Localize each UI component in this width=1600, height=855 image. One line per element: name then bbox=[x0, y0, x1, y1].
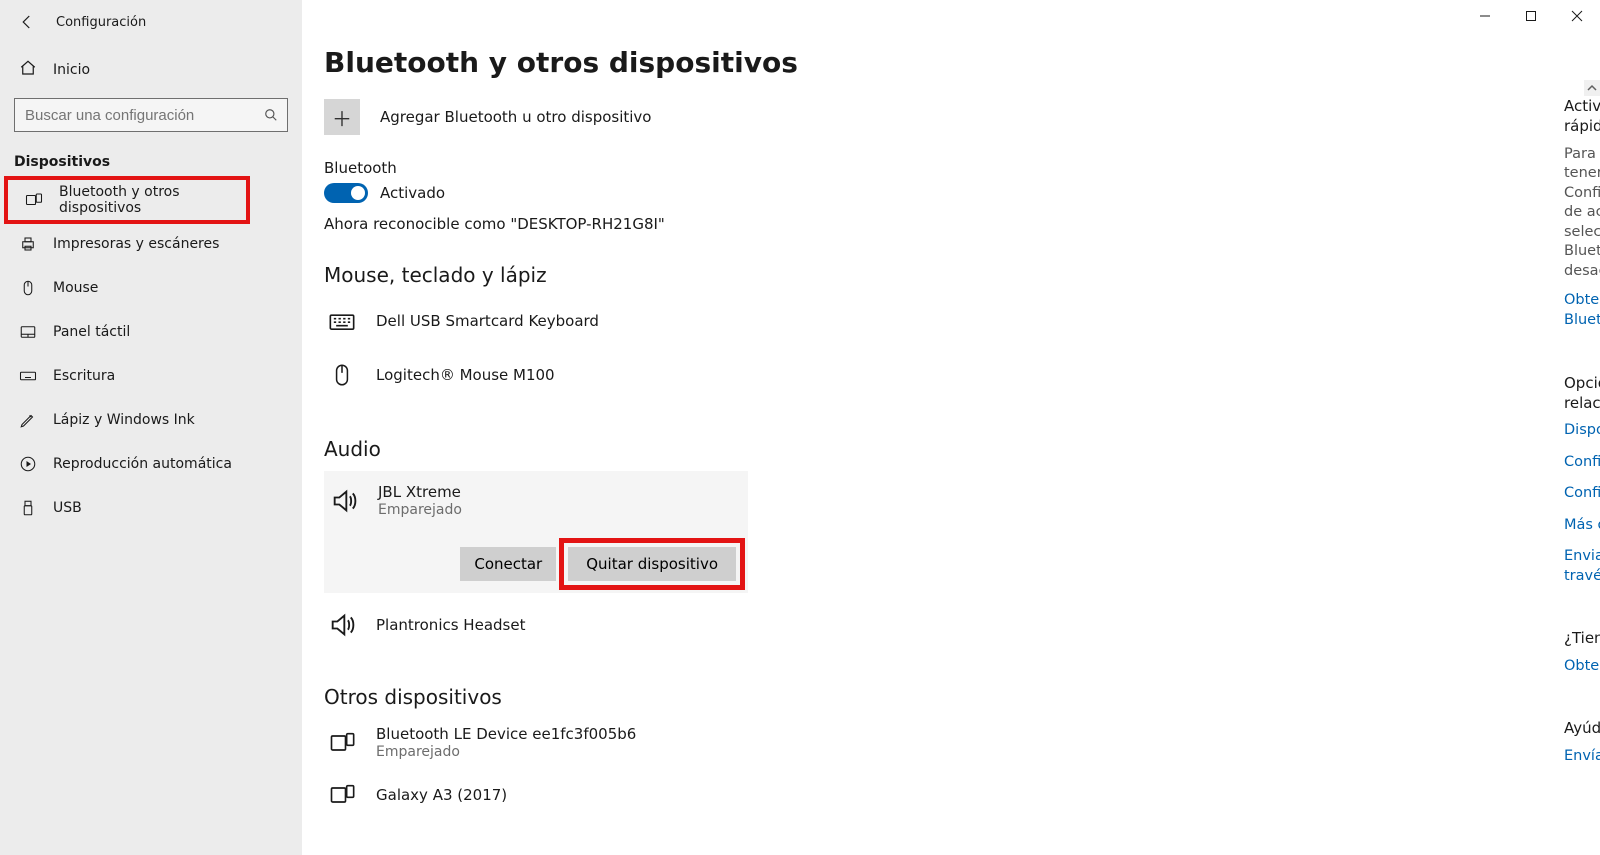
speaker-icon bbox=[326, 611, 358, 639]
sidebar-item-bluetooth[interactable]: Bluetooth y otros dispositivos bbox=[6, 178, 248, 222]
info-link-learn-bt[interactable]: Obtener más información sobre Bluetooth bbox=[1564, 291, 1600, 330]
add-device-label: Agregar Bluetooth u otro dispositivo bbox=[380, 108, 652, 126]
info-heading-fastbt: Activar Bluetooth aún más rápido bbox=[1564, 96, 1600, 137]
info-link-send-receive-bt[interactable]: Enviar o recibir archivos a través de Bl… bbox=[1564, 547, 1600, 586]
device-row-jbl[interactable]: JBL Xtreme Emparejado bbox=[326, 481, 736, 521]
sidebar-item-label: Bluetooth y otros dispositivos bbox=[59, 184, 248, 216]
scrollbar-up-button[interactable] bbox=[1584, 80, 1600, 96]
main-content: Bluetooth y otros dispositivos ＋ Agregar… bbox=[302, 0, 1600, 855]
sidebar-item-typing[interactable]: Escritura bbox=[0, 354, 302, 398]
sidebar-item-label: Lápiz y Windows Ink bbox=[53, 412, 195, 428]
device-status: Emparejado bbox=[378, 502, 462, 520]
keyboard-icon bbox=[326, 307, 358, 335]
back-button[interactable] bbox=[18, 13, 36, 31]
mouse-icon bbox=[19, 279, 37, 297]
device-row-galaxy[interactable]: Galaxy A3 (2017) bbox=[324, 771, 1236, 819]
mouse-icon bbox=[326, 362, 358, 388]
autoplay-icon bbox=[19, 455, 37, 473]
sidebar-item-label: USB bbox=[53, 500, 82, 516]
sidebar: Configuración Inicio Dispositivos bbox=[0, 0, 302, 855]
device-generic-icon bbox=[326, 729, 358, 757]
device-card-selected: JBL Xtreme Emparejado Conectar Quitar di… bbox=[324, 471, 748, 593]
info-column: Activar Bluetooth aún más rápido Para ac… bbox=[1564, 96, 1600, 808]
sidebar-item-label: Panel táctil bbox=[53, 324, 130, 340]
window-controls bbox=[1462, 0, 1600, 32]
group-heading-other: Otros dispositivos bbox=[324, 685, 1236, 709]
search-icon bbox=[255, 108, 287, 122]
info-link-feedback[interactable]: Envíanos tus comentarios bbox=[1564, 747, 1600, 767]
info-heading-related: Opciones de configuración relacionadas bbox=[1564, 373, 1600, 414]
device-name: Bluetooth LE Device ee1fc3f005b6 bbox=[376, 725, 636, 744]
discoverable-text: Ahora reconocible como "DESKTOP-RH21G8I" bbox=[324, 215, 1236, 233]
device-row-plantronics[interactable]: Plantronics Headset bbox=[324, 601, 1236, 649]
device-row-keyboard[interactable]: Dell USB Smartcard Keyboard bbox=[324, 297, 1236, 345]
bluetooth-section-heading: Bluetooth bbox=[324, 159, 1236, 177]
usb-icon bbox=[19, 499, 37, 517]
add-device-row[interactable]: ＋ Agregar Bluetooth u otro dispositivo bbox=[324, 99, 1236, 135]
sidebar-item-label: Mouse bbox=[53, 280, 98, 296]
info-link-more-bt[interactable]: Más opciones de Bluetooth bbox=[1564, 516, 1600, 536]
touchpad-icon bbox=[19, 323, 37, 341]
device-row-mouse[interactable]: Logitech® Mouse M100 bbox=[324, 351, 1236, 399]
search-input-wrap[interactable] bbox=[14, 98, 288, 132]
device-row-btle[interactable]: Bluetooth LE Device ee1fc3f005b6 Emparej… bbox=[324, 719, 1236, 767]
bluetooth-toggle[interactable] bbox=[324, 183, 368, 203]
info-body-fastbt: Para activar Bluetooth sin tener que abr… bbox=[1564, 145, 1600, 282]
info-link-sound[interactable]: Configuración del sonido bbox=[1564, 453, 1600, 473]
device-name: Plantronics Headset bbox=[376, 616, 525, 635]
sidebar-item-pen[interactable]: Lápiz y Windows Ink bbox=[0, 398, 302, 442]
group-heading-mouse: Mouse, teclado y lápiz bbox=[324, 263, 1236, 287]
window-maximize-button[interactable] bbox=[1508, 0, 1554, 32]
sidebar-header: Configuración bbox=[0, 0, 302, 44]
window-close-button[interactable] bbox=[1554, 0, 1600, 32]
info-link-display[interactable]: Configuración de pantalla bbox=[1564, 484, 1600, 504]
info-link-devices-printers[interactable]: Dispositivos e impresoras bbox=[1564, 421, 1600, 441]
device-name: Dell USB Smartcard Keyboard bbox=[376, 312, 599, 331]
sidebar-item-touchpad[interactable]: Panel táctil bbox=[0, 310, 302, 354]
home-icon bbox=[19, 59, 37, 81]
sidebar-item-label: Escritura bbox=[53, 368, 115, 384]
sidebar-item-printers[interactable]: Impresoras y escáneres bbox=[0, 222, 302, 266]
printer-icon bbox=[19, 235, 37, 253]
remove-device-button[interactable]: Quitar dispositivo bbox=[568, 547, 736, 581]
connect-button[interactable]: Conectar bbox=[460, 547, 556, 581]
window-minimize-button[interactable] bbox=[1462, 0, 1508, 32]
info-link-get-help[interactable]: Obtener ayuda bbox=[1564, 657, 1600, 677]
page-title: Bluetooth y otros dispositivos bbox=[324, 46, 1236, 79]
sidebar-item-label: Impresoras y escáneres bbox=[53, 236, 219, 252]
sidebar-group-label: Dispositivos bbox=[0, 132, 302, 178]
device-generic-icon bbox=[326, 781, 358, 809]
sidebar-home-label: Inicio bbox=[53, 62, 90, 78]
device-name: Galaxy A3 (2017) bbox=[376, 786, 507, 805]
info-heading-question: ¿Tienes alguna pregunta? bbox=[1564, 628, 1600, 648]
keyboard-icon bbox=[19, 367, 37, 385]
plus-icon: ＋ bbox=[324, 99, 360, 135]
sidebar-item-autoplay[interactable]: Reproducción automática bbox=[0, 442, 302, 486]
info-heading-improve: Ayúdanos a mejorar Windows bbox=[1564, 718, 1600, 738]
remove-device-highlight: Quitar dispositivo bbox=[564, 543, 740, 585]
device-name: Logitech® Mouse M100 bbox=[376, 366, 555, 385]
sidebar-item-mouse[interactable]: Mouse bbox=[0, 266, 302, 310]
window-title: Configuración bbox=[56, 15, 146, 30]
sidebar-item-label: Reproducción automática bbox=[53, 456, 232, 472]
bluetooth-toggle-label: Activado bbox=[380, 184, 445, 202]
sidebar-home[interactable]: Inicio bbox=[0, 50, 302, 90]
group-heading-audio: Audio bbox=[324, 437, 1236, 461]
bluetooth-devices-icon bbox=[25, 191, 43, 209]
pen-icon bbox=[19, 411, 37, 429]
speaker-icon bbox=[328, 487, 360, 515]
device-status: Emparejado bbox=[376, 744, 636, 762]
search-input[interactable] bbox=[15, 107, 255, 124]
sidebar-item-usb[interactable]: USB bbox=[0, 486, 302, 530]
device-name: JBL Xtreme bbox=[378, 483, 462, 502]
